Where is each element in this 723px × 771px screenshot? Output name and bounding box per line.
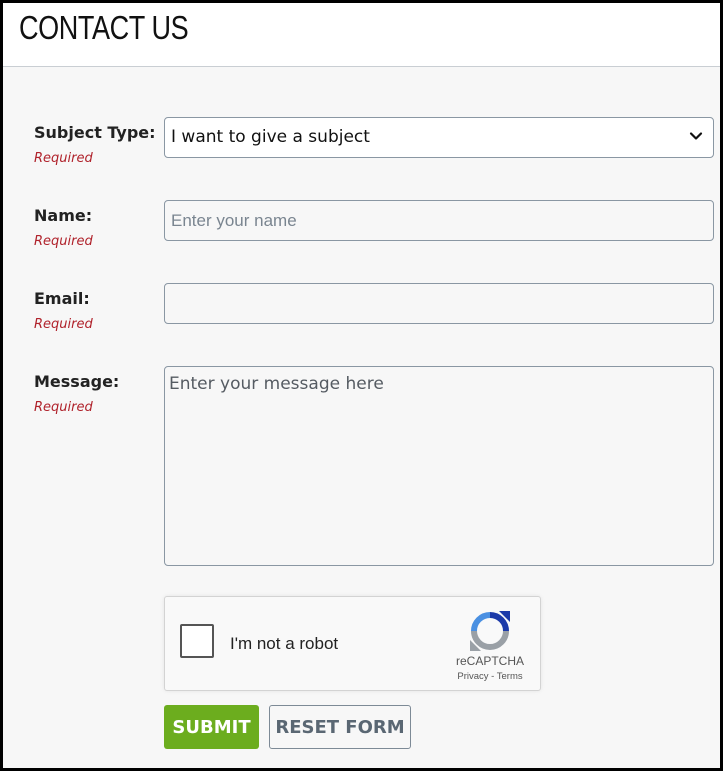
contact-page: CONTACT US Subject Type: Required I want… [0,0,723,771]
email-field[interactable] [165,284,713,323]
subject-type-label: Subject Type: [34,123,156,142]
recaptcha-logo-icon [470,611,510,651]
message-required: Required [34,400,93,415]
subject-type-required: Required [34,151,93,166]
recaptcha-brand: reCAPTCHA [455,654,524,668]
recaptcha-privacy-terms-links[interactable]: Privacy - Terms [445,671,535,682]
name-label: Name: [34,206,93,225]
chevron-down-icon [689,132,703,140]
page-header: CONTACT US [3,3,720,67]
name-required: Required [34,234,93,249]
message-field-box [164,366,714,566]
subject-type-selected-value: I want to give a subject [171,127,370,147]
submit-button[interactable]: SUBMIT [164,705,259,749]
message-field[interactable] [165,367,713,565]
message-label: Message: [34,372,120,391]
name-field[interactable] [165,201,713,240]
reset-form-button[interactable]: RESET FORM [269,705,411,749]
email-field-box [164,283,714,324]
subject-type-select[interactable]: I want to give a subject [164,117,714,158]
recaptcha-widget: I'm not a robot reCAPTCHA Privacy - Term… [164,596,541,691]
recaptcha-checkbox[interactable] [180,624,214,658]
page-title: CONTACT US [19,9,189,46]
email-required: Required [34,317,93,332]
recaptcha-label: I'm not a robot [230,634,339,653]
name-field-box [164,200,714,241]
email-label: Email: [34,289,90,308]
